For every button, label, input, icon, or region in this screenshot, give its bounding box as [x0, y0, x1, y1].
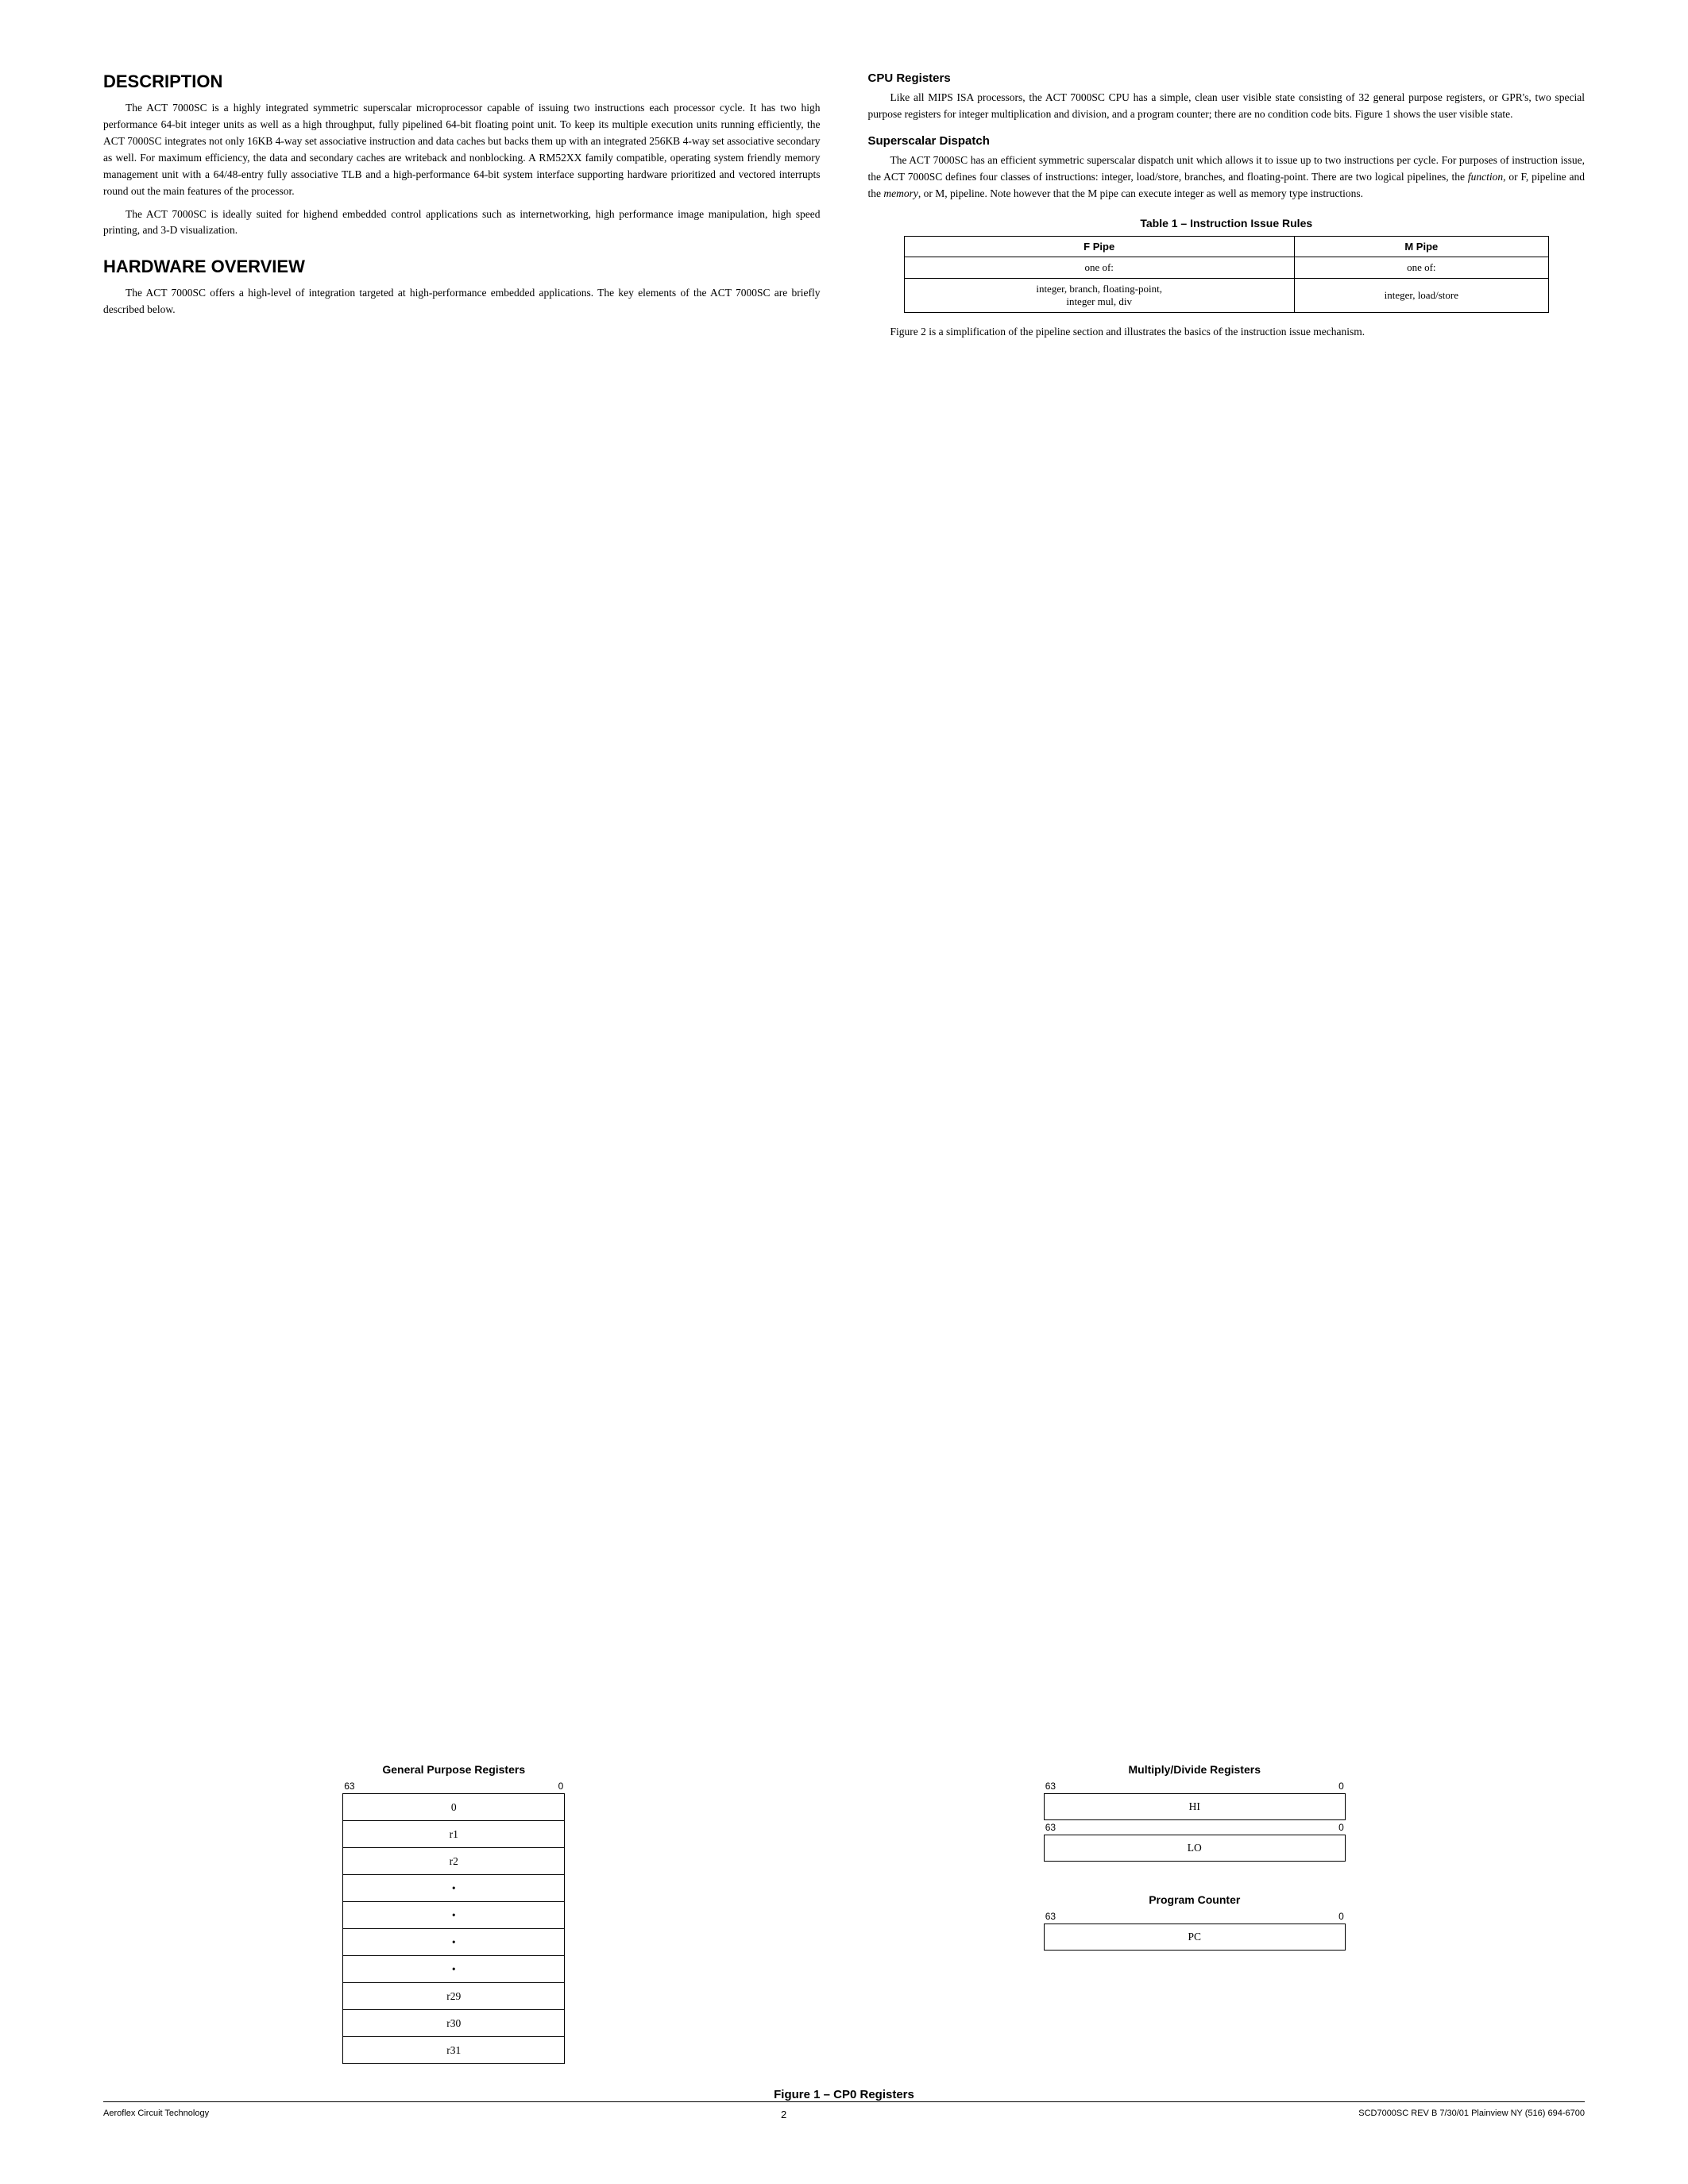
program-counter-title: Program Counter [1149, 1893, 1240, 1906]
description-para-2: The ACT 7000SC is ideally suited for hig… [103, 206, 821, 240]
table-row: 0 [343, 1794, 565, 1821]
hardware-overview-para-1: The ACT 7000SC offers a high-level of in… [103, 285, 821, 318]
gpr-row-r29: r29 [343, 1983, 565, 2010]
figure-caption: Figure 1 – CP0 Registers [774, 2088, 914, 2101]
table-header-fpipe: F Pipe [904, 236, 1294, 257]
table-title: Table 1 – Instruction Issue Rules [868, 217, 1586, 230]
page: DESCRIPTION The ACT 7000SC is a highly i… [0, 0, 1688, 2184]
hi-bit-high: 63 [1045, 1781, 1056, 1792]
table-row: • [343, 1902, 565, 1929]
table-header-mpipe: M Pipe [1294, 236, 1548, 257]
footer-right: SCD7000SC REV B 7/30/01 Plainview NY (51… [1358, 2109, 1585, 2120]
cpu-registers-title: CPU Registers [868, 71, 1586, 85]
page-number: 2 [781, 2109, 786, 2120]
footer: Aeroflex Circuit Technology 2 SCD7000SC … [103, 2101, 1585, 2120]
table-note: Figure 2 is a simplification of the pipe… [868, 324, 1586, 341]
gpr-row-r31: r31 [343, 2037, 565, 2064]
gpr-title: General Purpose Registers [382, 1763, 525, 1776]
table-row: • [343, 1929, 565, 1956]
issue-rules-table: F Pipe M Pipe one of: one of: integer, b… [904, 236, 1549, 313]
cpu-registers-para-1: Like all MIPS ISA processors, the ACT 70… [868, 90, 1586, 123]
table-row: r29 [343, 1983, 565, 2010]
main-content: DESCRIPTION The ACT 7000SC is a highly i… [103, 71, 1585, 1723]
superscalar-dispatch-title: Superscalar Dispatch [868, 134, 1586, 148]
gpr-bit-low: 0 [558, 1781, 564, 1792]
multiply-divide-group: Multiply/Divide Registers 63 0 HI [1044, 1763, 1346, 1862]
figure-section: General Purpose Registers 63 0 0 r1 r2 •… [103, 1755, 1585, 2101]
gpr-group: General Purpose Registers 63 0 0 r1 r2 •… [342, 1763, 565, 2064]
hi-register-box: HI [1044, 1793, 1346, 1820]
table-cell-fpipe-types: integer, branch, floating-point,integer … [904, 278, 1294, 312]
table-row: • [343, 1875, 565, 1902]
pc-bit-labels: 63 0 [1044, 1911, 1346, 1922]
gpr-row-r30: r30 [343, 2010, 565, 2037]
table-row: integer, branch, floating-point,integer … [904, 278, 1548, 312]
footer-left: Aeroflex Circuit Technology [103, 2109, 209, 2120]
lo-bit-high: 63 [1045, 1822, 1056, 1833]
table-cell-mpipe-types: integer, load/store [1294, 278, 1548, 312]
lo-bit-labels: 63 0 [1044, 1822, 1346, 1833]
description-para-1: The ACT 7000SC is a highly integrated sy… [103, 100, 821, 200]
superscalar-dispatch-para-1: The ACT 7000SC has an efficient symmetri… [868, 152, 1586, 203]
pc-label: PC [1188, 1931, 1201, 1943]
gpr-table: 0 r1 r2 • • • • r29 r30 r31 [342, 1793, 565, 2064]
table-row: r1 [343, 1821, 565, 1848]
pc-bit-high: 63 [1045, 1911, 1056, 1922]
hardware-overview-title: HARDWARE OVERVIEW [103, 257, 821, 277]
gpr-row-r2: r2 [343, 1848, 565, 1875]
hi-bit-low: 0 [1338, 1781, 1344, 1792]
program-counter-group: Program Counter 63 0 PC [1044, 1893, 1346, 1951]
lo-bit-low: 0 [1338, 1822, 1344, 1833]
pc-bit-low: 0 [1338, 1911, 1344, 1922]
gpr-row-dot3: • [343, 1929, 565, 1956]
description-title: DESCRIPTION [103, 71, 821, 92]
hi-bit-labels: 63 0 [1044, 1781, 1346, 1792]
lo-label: LO [1188, 1842, 1202, 1854]
registers-row: General Purpose Registers 63 0 0 r1 r2 •… [103, 1763, 1585, 2064]
lo-register-group: 63 0 LO [1044, 1822, 1346, 1862]
left-column: DESCRIPTION The ACT 7000SC is a highly i… [103, 71, 821, 1723]
table-cell-mpipe-oneof: one of: [1294, 257, 1548, 278]
table-cell-fpipe-oneof: one of: [904, 257, 1294, 278]
gpr-bit-high: 63 [344, 1781, 354, 1792]
gpr-bit-labels: 63 0 [342, 1781, 565, 1792]
right-registers: Multiply/Divide Registers 63 0 HI [1044, 1763, 1346, 1951]
pc-register-box: PC [1044, 1924, 1346, 1951]
right-column: CPU Registers Like all MIPS ISA processo… [868, 71, 1586, 1723]
table-row: • [343, 1956, 565, 1983]
table-row: r2 [343, 1848, 565, 1875]
multiply-divide-title: Multiply/Divide Registers [1129, 1763, 1261, 1776]
table-row: r31 [343, 2037, 565, 2064]
hi-label: HI [1189, 1800, 1200, 1813]
gpr-row-dot2: • [343, 1902, 565, 1929]
gpr-row-0: 0 [343, 1794, 565, 1821]
table-row: one of: one of: [904, 257, 1548, 278]
gpr-row-dot4: • [343, 1956, 565, 1983]
lo-register-box: LO [1044, 1835, 1346, 1862]
hi-register-group: 63 0 HI [1044, 1781, 1346, 1820]
table-row: r30 [343, 2010, 565, 2037]
gpr-row-dot1: • [343, 1875, 565, 1902]
gpr-row-r1: r1 [343, 1821, 565, 1848]
